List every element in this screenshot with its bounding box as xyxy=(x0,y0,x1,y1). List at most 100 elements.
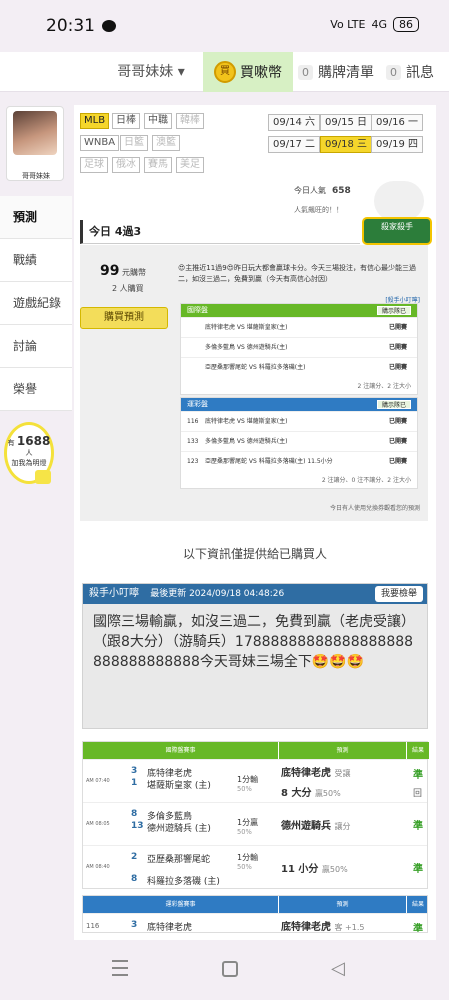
prediction-1: 底特律老虎 客 +1.5 xyxy=(281,918,364,932)
match: 多倫多藍鳥 VS 德州遊騎兵(主) xyxy=(205,438,288,445)
profile-card[interactable]: 哥哥妹妹 xyxy=(6,106,64,181)
purchased-only-notice: 以下資訊僅提供給已購買人 xyxy=(182,547,327,561)
sport-tab-nfl[interactable]: 美足 xyxy=(176,157,204,173)
team-number: 8 xyxy=(131,809,138,819)
result-hit: 準 xyxy=(413,864,423,875)
handicap-pct: 50% xyxy=(237,863,252,871)
tips-board-header: 殺手小叮嚀 最後更新 2024/09/18 04:48:26 我要檢舉 xyxy=(83,584,427,604)
price-unit: 元購幣 xyxy=(122,268,147,277)
sport-tab-cpbl[interactable]: 中職 xyxy=(144,113,172,129)
sport-tab-horse[interactable]: 賽馬 xyxy=(144,157,172,173)
sidebar-item-predictions[interactable]: 預測 xyxy=(0,196,72,239)
date-0915[interactable]: 09/15 日 xyxy=(320,114,373,131)
sidebar-item-game-history[interactable]: 遊戲紀錄 xyxy=(0,282,72,325)
sport-tab-wnba[interactable]: WNBA xyxy=(80,135,120,151)
handicap: 1分輸 50% xyxy=(237,852,258,871)
match-state: 已開賽 xyxy=(388,418,407,425)
handicap-value: 1分輸 xyxy=(237,775,259,784)
battery-icon: 86 xyxy=(393,17,419,32)
sidebar-item-discussion[interactable]: 討論 xyxy=(0,325,72,368)
buyers-value: 2 xyxy=(112,284,118,293)
table-row: 亞歷桑那響尾蛇 VS 科羅拉多落磯(主) 已開賽 xyxy=(181,357,417,377)
date-value: 09/16 xyxy=(376,117,405,128)
prediction-1: 德州遊騎兵 讓分 xyxy=(281,817,350,832)
user-menu-dropdown[interactable]: 哥哥妹妹 ▾ xyxy=(100,52,202,92)
match-state: 已開賽 xyxy=(388,364,407,371)
table-row: AM 08:40 2 8 亞歷桑那響尾蛇 科羅拉多落磯 (主) 1分輸 50% 1… xyxy=(83,845,427,888)
lottery-show-button[interactable]: 購示隊已 xyxy=(376,400,411,409)
team-away: 底特律老虎 xyxy=(147,923,193,933)
buyers-unit: 人購買 xyxy=(119,284,144,293)
match-state: 已開賽 xyxy=(388,438,407,445)
updated-label: 最後更新 xyxy=(150,589,187,599)
messages-link[interactable]: 0 訊息 xyxy=(386,52,449,92)
home-icon[interactable] xyxy=(222,961,238,977)
intl-show-button[interactable]: 購示隊已 xyxy=(376,306,411,315)
table-row: 底特律老虎 VS 堪薩斯皇家(主) 已開賽 xyxy=(181,317,417,337)
result-hit: 準 xyxy=(413,821,423,832)
report-button[interactable]: 我要檢舉 xyxy=(374,586,423,602)
user-name: 哥哥妹妹 xyxy=(117,64,174,80)
match-state: 已開賽 xyxy=(388,324,407,331)
last-updated: 最後更新 2024/09/18 04:48:26 xyxy=(150,589,284,599)
bulb-base-icon xyxy=(35,470,51,484)
sidebar-item-honor[interactable]: 榮譽 xyxy=(0,368,72,411)
sport-tab-npb[interactable]: 日棒 xyxy=(112,113,140,129)
date-0916[interactable]: 09/16 一 xyxy=(371,114,424,131)
buy-coins-button[interactable]: 買買嗽幣 xyxy=(203,52,293,92)
avatar xyxy=(13,111,57,155)
date-0919[interactable]: 09/19 四 xyxy=(371,136,424,153)
intl-preview-header: 國際盤 購示隊已 xyxy=(181,304,417,317)
table-row: 133 多倫多藍鳥 VS 德州遊騎兵(主) 已開賽 xyxy=(181,431,417,451)
date-value: 09/17 xyxy=(273,139,302,150)
game-time: AM 07:40 xyxy=(86,778,110,784)
price: 99 元購幣 xyxy=(100,263,146,279)
lottery-games-table: 運彩盤賽事 預測 結果 116 3 底特律老虎 底特律老虎 客 +1.5 準 xyxy=(82,895,428,933)
col-result: 結果 xyxy=(407,896,427,913)
sport-tab-kbo[interactable]: 韓棒 xyxy=(176,113,204,129)
sport-tab-jbl[interactable]: 日籃 xyxy=(120,135,148,151)
table-row: 116 3 底特律老虎 底特律老虎 客 +1.5 準 xyxy=(83,913,427,933)
result-return: 回 xyxy=(413,789,423,799)
team-away: 亞歷桑那響尾蛇 xyxy=(147,855,211,865)
followers-count: 1688 xyxy=(16,434,51,448)
buy-prediction-button[interactable]: 購買預測 xyxy=(80,307,168,329)
today-popularity: 今日人氣 658 xyxy=(294,185,351,196)
date-0917[interactable]: 09/17 二 xyxy=(268,136,321,153)
today-title: 今日 4過3 xyxy=(80,220,360,244)
intl-footer: 2 注讓分、2 注大小 xyxy=(357,383,411,390)
handicap: 1分贏 50% xyxy=(237,817,258,836)
cart-link[interactable]: 0 購牌清單 xyxy=(298,52,380,92)
prediction-preview-panel: 99 元購幣 2 人購買 購買預測 😍主推近11過9😍昨日玩大都會贏球卡分。今天… xyxy=(80,245,428,521)
intl-table-header: 國際盤賽事 預測 結果 xyxy=(83,742,429,759)
date-0918[interactable]: 09/18 三 xyxy=(320,136,373,153)
handicap-value: 1分贏 xyxy=(237,818,259,827)
pick-type: 受讓 xyxy=(334,769,351,778)
result-hit: 準 xyxy=(413,924,423,933)
team-number: 1 xyxy=(131,778,138,788)
date-value: 09/18 xyxy=(325,139,354,150)
pick: 11 小分 xyxy=(281,864,319,875)
game-time: AM 08:05 xyxy=(86,821,110,827)
sport-tab-mlb[interactable]: MLB xyxy=(80,113,110,129)
handicap-pct: 50% xyxy=(237,828,252,836)
pick: 底特律老虎 xyxy=(281,768,331,779)
date-weekday: 四 xyxy=(408,139,419,150)
team-number: 2 xyxy=(131,852,138,862)
sport-tab-khl[interactable]: 俄冰 xyxy=(112,157,140,173)
sidebar-item-record[interactable]: 戰績 xyxy=(0,239,72,282)
lottery-preview-header: 運彩盤 購示隊已 xyxy=(181,398,417,411)
date-weekday: 六 xyxy=(305,117,316,128)
coin-icon: 買 xyxy=(214,61,236,83)
sport-tab-soccer[interactable]: 足球 xyxy=(80,157,108,173)
recent-apps-icon[interactable] xyxy=(112,960,128,976)
side-menu: 預測 戰績 遊戲紀錄 討論 榮譽 xyxy=(0,196,72,411)
mascot-illustration xyxy=(374,181,424,221)
back-icon[interactable]: ◁ xyxy=(331,958,345,979)
date-weekday: 三 xyxy=(357,139,368,150)
date-0914[interactable]: 09/14 六 xyxy=(268,114,321,131)
sport-tab-nbl[interactable]: 澳籃 xyxy=(152,135,180,151)
followers-sub: 加我為明燈 xyxy=(11,459,47,467)
pop-label: 今日人氣 xyxy=(294,186,326,195)
team-home: 德州遊騎兵 (主) xyxy=(147,824,211,834)
